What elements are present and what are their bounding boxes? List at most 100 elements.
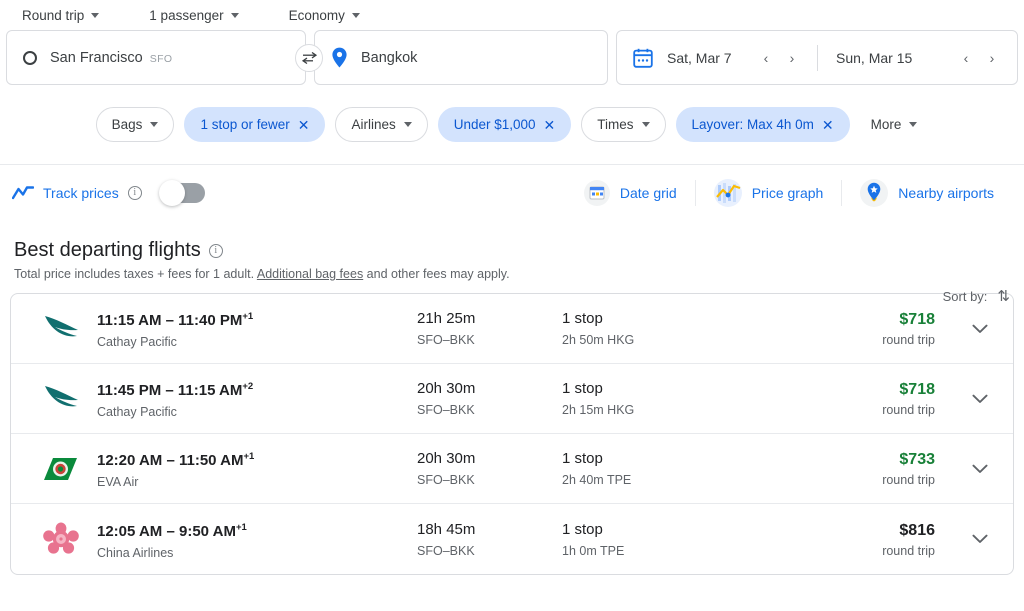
flight-times-cell: 11:15 AM – 11:40 PM+1 Cathay Pacific bbox=[97, 307, 417, 350]
flight-stops: 1 stop bbox=[562, 380, 603, 397]
depart-date-group: Sat, Mar 7 ‹ › bbox=[617, 31, 817, 84]
filter-chip-price[interactable]: Under $1,000 ✕ bbox=[437, 107, 572, 142]
search-bar: San Francisco SFO Bangkok Sat, Mar 7 ‹ ›… bbox=[0, 30, 1024, 85]
flight-price-note: round trip bbox=[882, 333, 935, 347]
chevron-down-icon bbox=[972, 534, 988, 543]
airline-name: Cathay Pacific bbox=[97, 335, 177, 349]
flight-route: SFO–BKK bbox=[417, 543, 475, 558]
table-row[interactable]: 11:15 AM – 11:40 PM+1 Cathay Pacific 21h… bbox=[11, 294, 1013, 364]
cathay-pacific-logo bbox=[45, 315, 78, 336]
flight-times: 12:20 AM – 11:50 AM bbox=[97, 452, 244, 469]
flight-times: 11:45 PM – 11:15 AM bbox=[97, 382, 243, 399]
flight-price-note: round trip bbox=[882, 403, 935, 417]
flight-price-cell: $718 round trip bbox=[792, 380, 963, 417]
flight-times: 12:05 AM – 9:50 AM bbox=[97, 522, 236, 540]
price-graph-button[interactable]: Price graph bbox=[696, 173, 842, 213]
chevron-down-icon bbox=[351, 12, 360, 18]
filter-chip-layover[interactable]: Layover: Max 4h 0m ✕ bbox=[675, 107, 850, 142]
toggle-knob bbox=[158, 180, 185, 206]
chevron-down-icon bbox=[403, 122, 412, 127]
flight-price-note: round trip bbox=[882, 473, 935, 487]
close-icon[interactable]: ✕ bbox=[822, 118, 834, 132]
origin-circle-icon bbox=[23, 50, 37, 65]
flight-times-cell: 11:45 PM – 11:15 AM+2 Cathay Pacific bbox=[97, 377, 417, 420]
chevron-down-icon bbox=[91, 12, 100, 18]
expand-row-button[interactable] bbox=[963, 452, 997, 486]
table-row[interactable]: 12:05 AM – 9:50 AM+1 China Airlines 18h … bbox=[11, 504, 1013, 574]
depart-prev-button[interactable]: ‹ bbox=[753, 45, 779, 71]
flight-stops-cell: 1 stop 2h 15m HKG bbox=[562, 379, 792, 418]
sort-control[interactable]: Sort by: ⇅ bbox=[943, 287, 1010, 305]
flight-duration: 21h 25m bbox=[417, 310, 476, 327]
track-prices-group: Track prices i bbox=[12, 180, 205, 206]
info-icon[interactable]: i bbox=[127, 186, 142, 200]
swap-icon bbox=[301, 51, 317, 64]
flight-price: $733 bbox=[899, 451, 935, 468]
filter-chip-bags[interactable]: Bags bbox=[95, 107, 175, 142]
nearby-airports-label: Nearby airports bbox=[898, 185, 994, 201]
filter-chip-label: Times bbox=[597, 117, 634, 132]
cabin-class-label: Economy bbox=[288, 7, 345, 23]
eva-air-logo bbox=[44, 457, 77, 480]
origin-input[interactable]: San Francisco SFO bbox=[6, 30, 306, 85]
flight-price-note: round trip bbox=[882, 543, 935, 558]
additional-bag-fees-link[interactable]: Additional bag fees bbox=[257, 267, 363, 281]
day-offset: +1 bbox=[235, 521, 247, 533]
subtitle-before: Total price includes taxes + fees for 1 … bbox=[14, 267, 257, 281]
filter-chip-more[interactable]: More bbox=[860, 107, 929, 142]
origin-city: San Francisco bbox=[50, 49, 143, 66]
filter-chip-times[interactable]: Times bbox=[581, 107, 666, 142]
trend-line-icon bbox=[12, 186, 34, 200]
destination-input[interactable]: Bangkok bbox=[314, 30, 608, 85]
table-row[interactable]: 12:20 AM – 11:50 AM+1 EVA Air 20h 30m SF… bbox=[11, 434, 1013, 504]
track-prices-toggle[interactable] bbox=[158, 180, 205, 206]
date-grid-button[interactable]: Date grid bbox=[566, 174, 695, 212]
table-row[interactable]: 11:45 PM – 11:15 AM+2 Cathay Pacific 20h… bbox=[11, 364, 1013, 434]
close-icon[interactable]: ✕ bbox=[544, 118, 556, 132]
cabin-class-selector[interactable]: Economy bbox=[281, 5, 368, 26]
info-icon[interactable]: i bbox=[208, 243, 223, 258]
flight-search-page: Round trip 1 passenger Economy San Franc… bbox=[0, 0, 1024, 611]
filter-chip-label: Bags bbox=[111, 117, 143, 132]
depart-next-button[interactable]: › bbox=[779, 45, 805, 71]
expand-row-button[interactable] bbox=[963, 522, 997, 556]
passengers-selector[interactable]: 1 passenger bbox=[141, 5, 246, 26]
track-prices-label[interactable]: Track prices bbox=[43, 185, 119, 201]
filter-chip-label: Under $1,000 bbox=[453, 117, 536, 132]
flight-price-cell: $733 round trip bbox=[792, 450, 963, 487]
flight-duration-cell: 20h 30m SFO–BKK bbox=[417, 449, 562, 488]
chevron-down-icon bbox=[972, 324, 988, 333]
chevron-down-icon bbox=[641, 122, 650, 127]
swap-button[interactable] bbox=[295, 43, 323, 72]
return-date-label[interactable]: Sun, Mar 15 bbox=[836, 50, 953, 66]
expand-row-button[interactable] bbox=[963, 382, 997, 416]
flight-layover: 2h 15m HKG bbox=[562, 403, 635, 417]
airline-name: Cathay Pacific bbox=[97, 405, 177, 419]
flight-duration-cell: 18h 45m SFO–BKK bbox=[417, 520, 562, 559]
subtitle-after: and other fees may apply. bbox=[363, 267, 510, 281]
china-airlines-logo bbox=[43, 522, 79, 554]
destination-city: Bangkok bbox=[361, 49, 418, 66]
flight-duration-cell: 20h 30m SFO–BKK bbox=[417, 379, 562, 418]
airline-logo-cell bbox=[25, 522, 97, 556]
expand-row-button[interactable] bbox=[963, 312, 997, 346]
chevron-down-icon bbox=[909, 122, 918, 127]
depart-date-label[interactable]: Sat, Mar 7 bbox=[667, 50, 753, 66]
date-grid-icon bbox=[583, 180, 610, 206]
flight-stops: 1 stop bbox=[562, 310, 603, 327]
close-icon[interactable]: ✕ bbox=[298, 118, 310, 132]
nearby-airports-button[interactable]: Nearby airports bbox=[842, 173, 1012, 213]
chevron-down-icon bbox=[972, 394, 988, 403]
return-date-group: Sun, Mar 15 ‹ › bbox=[818, 31, 1017, 84]
filter-chips-row: Bags 1 stop or fewer ✕ Airlines Under $1… bbox=[0, 107, 1024, 142]
return-prev-button[interactable]: ‹ bbox=[953, 45, 979, 71]
flight-layover: 2h 50m HKG bbox=[562, 333, 635, 347]
flight-times: 11:15 AM – 11:40 PM bbox=[97, 312, 243, 329]
filter-chip-airlines[interactable]: Airlines bbox=[335, 107, 428, 142]
flight-stops-cell: 1 stop 2h 40m TPE bbox=[562, 449, 792, 488]
trip-type-selector[interactable]: Round trip bbox=[14, 5, 107, 26]
return-next-button[interactable]: › bbox=[979, 45, 1005, 71]
filter-chip-stops[interactable]: 1 stop or fewer ✕ bbox=[184, 107, 326, 142]
flight-duration-cell: 21h 25m SFO–BKK bbox=[417, 309, 562, 348]
chevron-down-icon bbox=[972, 464, 988, 473]
